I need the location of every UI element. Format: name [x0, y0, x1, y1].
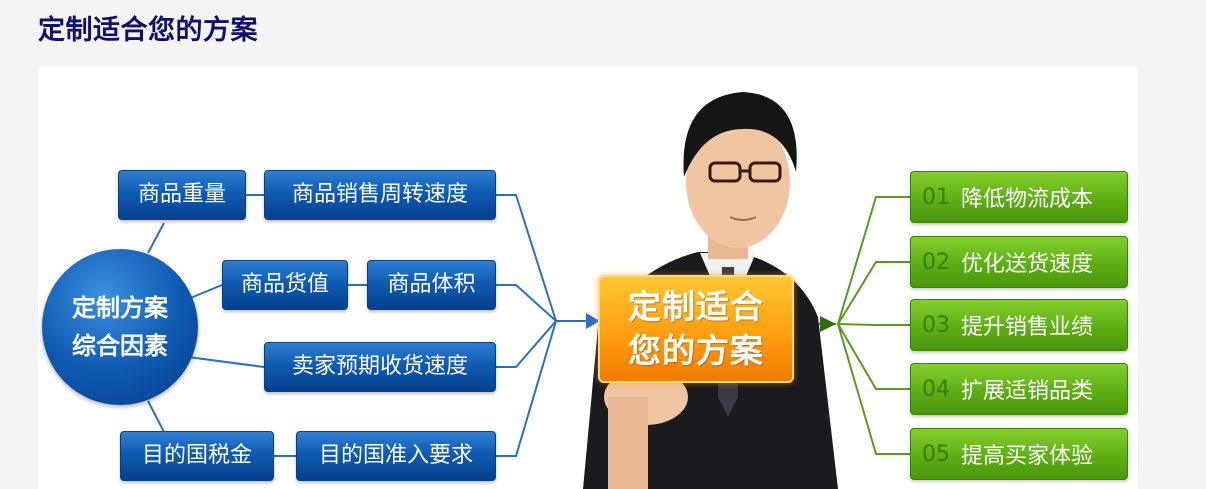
benefit-label: 扩展适销品类 [961, 379, 1094, 404]
factor-item: 商品体积 [367, 260, 496, 310]
solution-banner-image: 定制方案 综合因素 商品重量 商品销售周转速度 商品货值 商品体积 卖家预期收货… [38, 67, 1138, 489]
factors-center-line2: 综合因素 [72, 332, 168, 360]
factors-center-line1: 定制方案 [72, 294, 168, 322]
factor-item: 商品重量 [118, 170, 246, 220]
benefit-item: 01 降低物流成本 [910, 171, 1128, 223]
benefit-item: 04 扩展适销品类 [910, 363, 1128, 415]
benefit-label: 提高买家体验 [961, 444, 1094, 469]
benefit-number: 05 [922, 441, 950, 467]
plan-line2: 您的方案 [628, 331, 764, 370]
benefit-label: 提升销售业绩 [961, 315, 1094, 340]
factor-item: 目的国税金 [120, 431, 274, 481]
benefit-item: 02 优化送货速度 [910, 236, 1128, 288]
benefit-number: 01 [922, 184, 950, 210]
benefit-number: 03 [922, 312, 950, 338]
factors-center-circle: 定制方案 综合因素 [42, 249, 198, 405]
benefit-label: 降低物流成本 [961, 187, 1094, 212]
factor-item: 商品货值 [222, 260, 348, 310]
benefit-item: 03 提升销售业绩 [910, 299, 1128, 351]
plan-line1: 定制适合 [628, 287, 764, 326]
factor-item: 商品销售周转速度 [264, 170, 496, 220]
factor-item: 目的国准入要求 [296, 431, 496, 481]
benefit-item: 05 提高买家体验 [910, 428, 1128, 480]
page-title: 定制适合您的方案 [38, 15, 258, 46]
benefit-number: 04 [922, 376, 950, 402]
benefit-label: 优化送货速度 [961, 252, 1094, 277]
custom-plan-box: 定制适合 您的方案 [598, 275, 794, 383]
benefit-number: 02 [922, 249, 950, 275]
factor-item: 卖家预期收货速度 [264, 342, 496, 392]
